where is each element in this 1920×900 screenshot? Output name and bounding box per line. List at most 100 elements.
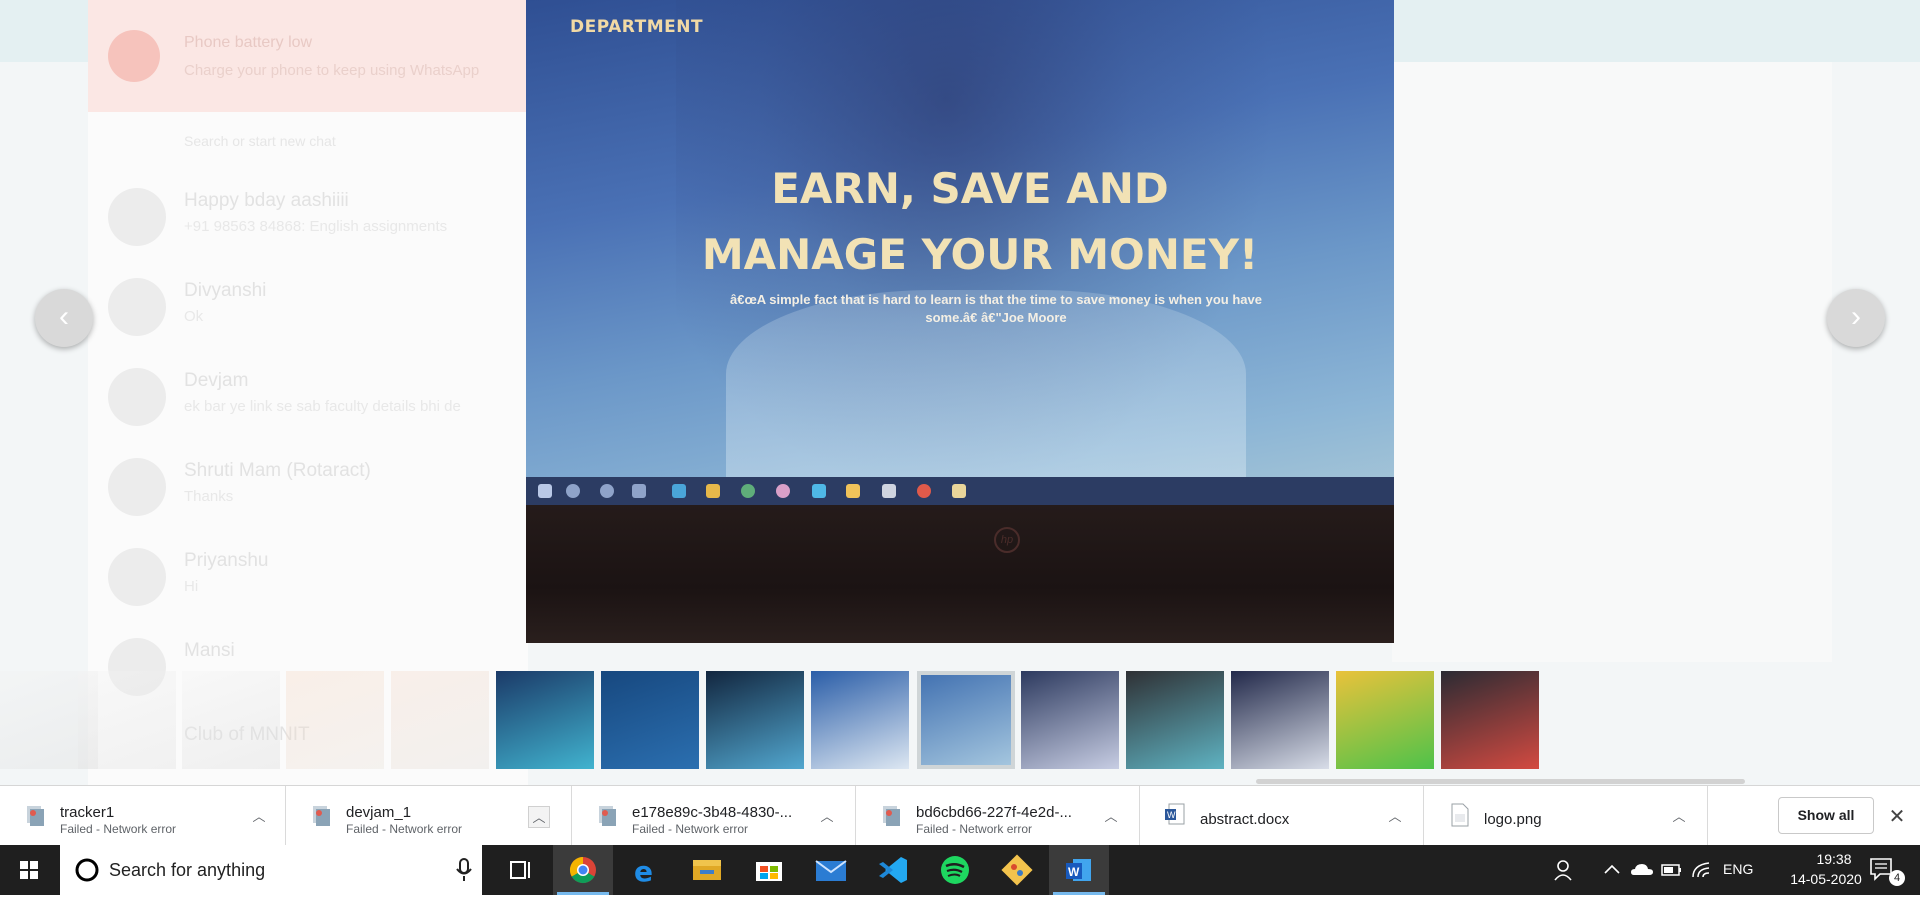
svg-text:e: e — [634, 855, 653, 888]
download-status: Failed - Network error — [60, 822, 177, 836]
chevron-up-icon[interactable]: ︿ — [1384, 806, 1406, 828]
thumbnail[interactable] — [1021, 671, 1119, 769]
taskbar-chrome[interactable] — [553, 845, 613, 895]
download-item[interactable]: e178e89c-3b48-4830-... Failed - Network … — [572, 786, 856, 846]
download-name: devjam_1 — [346, 804, 412, 821]
taskbar-git[interactable] — [987, 845, 1047, 895]
download-item[interactable]: bd6cbd66-227f-4e2d-... Failed - Network … — [856, 786, 1140, 846]
download-item[interactable]: logo.png ︿ — [1424, 786, 1708, 846]
language-indicator[interactable]: ENG — [1723, 861, 1753, 877]
thumbnail-scrollbar[interactable] — [1256, 779, 1745, 784]
chat-name: Devjam — [184, 370, 249, 391]
chevron-up-icon[interactable]: ︿ — [816, 806, 838, 828]
chat-name: Divyanshi — [184, 280, 267, 301]
photo-app-icon — [776, 484, 790, 498]
chat-name: Shruti Mam (Rotaract) — [184, 460, 371, 481]
avatar — [108, 548, 166, 606]
onedrive-icon[interactable] — [1630, 860, 1654, 880]
image-file-icon — [1451, 803, 1469, 827]
thumbnail-strip — [0, 663, 1920, 773]
department-label: DEPARTMENT — [570, 17, 704, 37]
taskbar-spotify[interactable] — [925, 845, 985, 895]
taskbar-mail[interactable] — [801, 845, 861, 895]
screen: Phone battery low Charge your phone to k… — [0, 0, 1920, 895]
download-item[interactable]: devjam_1 Failed - Network error ︿ — [286, 786, 572, 846]
photo-laptop-bezel: hp — [526, 505, 1394, 643]
file-explorer-icon — [693, 860, 721, 880]
taskbar-vscode[interactable] — [863, 845, 923, 895]
photo-git-icon — [846, 484, 860, 498]
notification-count-badge: 4 — [1889, 870, 1905, 886]
banner-title: Phone battery low — [184, 34, 313, 51]
thumbnail[interactable] — [1441, 671, 1539, 769]
previous-image-button[interactable]: ‹ — [35, 289, 93, 347]
taskbar-file-explorer[interactable] — [677, 845, 737, 895]
photo-edge-icon — [672, 484, 686, 498]
viewer-main-image[interactable]: DEPARTMENT EARN, SAVE AND MANAGE YOUR MO… — [526, 0, 1394, 643]
clock-date[interactable]: 14-05-2020 — [1774, 871, 1878, 887]
thumbnail[interactable] — [706, 671, 804, 769]
wifi-icon[interactable] — [1690, 859, 1714, 881]
thumbnail[interactable] — [1126, 671, 1224, 769]
download-name: logo.png — [1484, 811, 1542, 828]
chevron-up-icon[interactable]: ︿ — [528, 806, 550, 828]
chat-message: ek bar ye link se sab faculty details bh… — [184, 398, 461, 415]
taskbar-search-input[interactable]: Search for anything — [60, 845, 482, 895]
thumbnail[interactable] — [78, 671, 176, 769]
close-downloads-button[interactable]: ✕ — [1886, 804, 1908, 829]
thumbnail[interactable] — [182, 671, 280, 769]
chat-name: Happy bday aashiiii — [184, 190, 349, 211]
thumbnail[interactable] — [496, 671, 594, 769]
chevron-up-icon[interactable] — [1602, 860, 1622, 880]
hp-logo-icon: hp — [994, 527, 1020, 553]
windows-taskbar: Search for anything e W ENG 19:38 14-05-… — [0, 845, 1920, 895]
taskbar-edge[interactable]: e — [616, 845, 676, 895]
headline-line-2: MANAGE YOUR MONEY! — [701, 230, 1259, 279]
thumbnail[interactable] — [601, 671, 699, 769]
avatar — [108, 188, 166, 246]
photo-windows-icon — [538, 484, 552, 498]
thumbnail[interactable] — [1336, 671, 1434, 769]
download-item[interactable]: tracker1 Failed - Network error ︿ — [0, 786, 286, 846]
thumbnail[interactable] — [391, 671, 489, 769]
battery-icon[interactable] — [1661, 860, 1683, 880]
download-item[interactable]: W abstract.docx ︿ — [1140, 786, 1424, 846]
clock-time[interactable]: 19:38 — [1792, 851, 1876, 867]
vscode-icon — [879, 857, 907, 883]
store-icon — [756, 862, 782, 881]
spotify-icon — [941, 856, 969, 884]
people-icon[interactable] — [1552, 857, 1578, 883]
thumbnail[interactable] — [286, 671, 384, 769]
photo-notes-icon — [952, 484, 966, 498]
download-name: bd6cbd66-227f-4e2d-... — [916, 804, 1072, 821]
chat-name: Priyanshu — [184, 550, 269, 571]
svg-text:W: W — [1068, 865, 1080, 879]
chat-message: Hi — [184, 578, 199, 595]
chat-message: Ok — [184, 308, 204, 325]
chat-item: Shruti Mam (Rotaract) Thanks — [108, 446, 528, 534]
start-button[interactable] — [0, 845, 58, 895]
next-image-button[interactable]: › — [1827, 289, 1885, 347]
microphone-icon[interactable] — [456, 858, 472, 882]
taskbar-word[interactable]: W — [1049, 845, 1109, 895]
thumbnail[interactable] — [1231, 671, 1329, 769]
file-failed-icon — [313, 806, 330, 826]
chrome-icon — [569, 856, 596, 884]
task-view-button[interactable] — [490, 845, 550, 895]
show-all-button[interactable]: Show all — [1778, 797, 1874, 834]
chat-item: Divyanshi Ok — [108, 266, 528, 354]
chevron-up-icon[interactable]: ︿ — [248, 806, 270, 828]
download-status: Failed - Network error — [346, 822, 463, 836]
chat-message: +91 98563 84868: English assignments — [184, 218, 448, 235]
search-circle-icon — [75, 858, 99, 882]
chevron-up-icon[interactable]: ︿ — [1668, 806, 1690, 828]
chevron-up-icon[interactable]: ︿ — [1100, 806, 1122, 828]
download-name: e178e89c-3b48-4830-... — [632, 804, 793, 821]
chat-item: Priyanshu Hi — [108, 536, 528, 624]
thumbnail[interactable] — [811, 671, 909, 769]
thumbnail-selected[interactable] — [917, 671, 1015, 769]
word-file-icon: W — [1165, 803, 1185, 825]
windows-icon — [20, 861, 38, 879]
photo-terminal-icon — [882, 484, 896, 498]
taskbar-store[interactable] — [739, 845, 799, 895]
